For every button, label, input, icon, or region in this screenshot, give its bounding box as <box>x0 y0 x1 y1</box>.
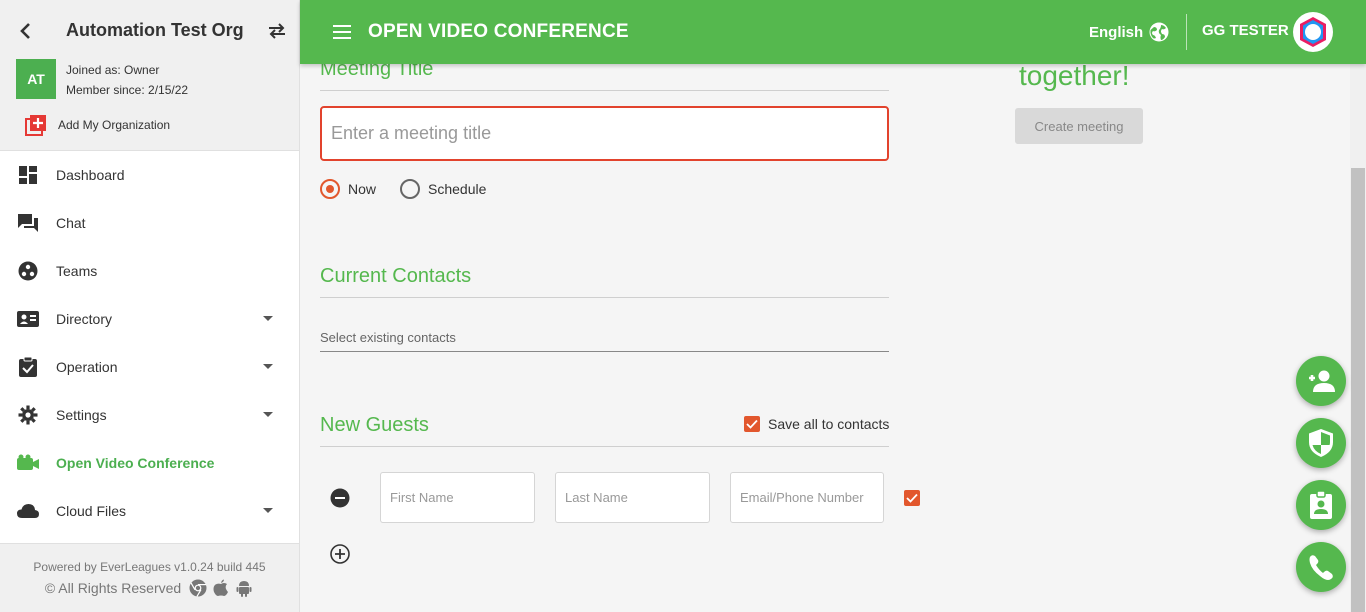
clipboard-check-icon <box>16 355 40 379</box>
meeting-title-label: Meeting Title <box>320 64 434 80</box>
sidebar-item-label: Open Video Conference <box>56 455 215 471</box>
meeting-time-radio-group: Now Schedule <box>320 179 510 199</box>
rights-text: © All Rights Reserved <box>44 580 182 596</box>
swap-arrows-icon <box>269 23 285 39</box>
sidebar-item-open-video-conference[interactable]: Open Video Conference <box>0 439 299 487</box>
org-avatar: AT <box>16 59 56 99</box>
guest-save-checkbox[interactable] <box>904 490 920 506</box>
caret-down-icon[interactable] <box>263 412 273 417</box>
section-divider <box>320 90 889 91</box>
sidebar-item-label: Settings <box>56 407 107 423</box>
qa-logo-icon <box>1296 15 1330 49</box>
new-guests-title: New Guests <box>320 414 429 436</box>
section-divider <box>320 446 889 447</box>
chat-icon <box>16 211 40 235</box>
main-content: Meeting Title Now Schedule Current Conta… <box>300 64 1350 612</box>
sidebar-item-chat[interactable]: Chat <box>0 199 299 247</box>
sidebar-item-label: Operation <box>56 359 118 375</box>
user-name[interactable]: GG TESTER <box>1202 22 1289 39</box>
clipboard-person-icon <box>1310 490 1332 519</box>
directory-icon <box>16 307 40 331</box>
contact-card-fab[interactable] <box>1296 480 1346 530</box>
add-organization-link[interactable]: Add My Organization <box>25 114 170 136</box>
sidebar-item-teams[interactable]: Teams <box>0 247 299 295</box>
now-radio-label[interactable]: Now <box>348 181 376 197</box>
add-contact-fab[interactable] <box>1296 356 1346 406</box>
remove-guest-icon[interactable] <box>330 488 350 508</box>
meeting-title-input[interactable] <box>320 106 889 161</box>
sidebar-item-operation[interactable]: Operation <box>0 343 299 391</box>
current-contacts-title: Current Contacts <box>320 265 472 287</box>
sidebar-item-label: Chat <box>56 215 86 231</box>
gear-icon <box>16 403 40 427</box>
language-selector[interactable]: English <box>1089 22 1169 42</box>
joined-as-text: Joined as: Owner <box>66 63 160 77</box>
org-header: Automation Test Org AT Joined as: Owner … <box>0 0 299 151</box>
security-fab[interactable] <box>1296 418 1346 468</box>
top-app-bar: OPEN VIDEO CONFERENCE English GG TESTER <box>300 0 1366 64</box>
add-guest-icon[interactable] <box>330 544 350 564</box>
video-camera-icon <box>16 451 40 475</box>
shield-icon <box>1309 429 1333 457</box>
phone-icon <box>1309 555 1333 580</box>
checkbox-checked-icon[interactable] <box>744 416 760 432</box>
hamburger-menu-button[interactable] <box>330 20 354 44</box>
back-button[interactable] <box>14 20 36 42</box>
caret-down-icon[interactable] <box>263 508 273 513</box>
rights-row: © All Rights Reserved <box>0 578 299 598</box>
member-since-text: Member since: 2/15/22 <box>66 83 189 97</box>
switch-org-button[interactable] <box>266 20 288 42</box>
save-all-label: Save all to contacts <box>768 416 890 432</box>
chevron-left-icon <box>20 23 30 39</box>
user-avatar[interactable] <box>1293 12 1333 52</box>
select-contacts-dropdown[interactable]: Select existing contacts <box>320 321 889 352</box>
schedule-radio-label[interactable]: Schedule <box>428 181 486 197</box>
powered-by-text: Powered by EverLeagues v1.0.24 build 445 <box>33 560 266 574</box>
org-name: Automation Test Org <box>66 20 244 40</box>
globe-icon <box>1149 22 1169 42</box>
guest-email-phone-input[interactable] <box>730 472 884 523</box>
sidebar-item-label: Cloud Files <box>56 503 127 519</box>
add-box-icon <box>25 114 47 136</box>
guest-last-name-input[interactable] <box>555 472 710 523</box>
sidebar: Automation Test Org AT Joined as: Owner … <box>0 0 300 612</box>
caret-down-icon[interactable] <box>263 364 273 369</box>
sidebar-item-cloud-files[interactable]: Cloud Files <box>0 487 299 535</box>
dashboard-icon <box>16 163 40 187</box>
schedule-radio[interactable] <box>400 179 421 199</box>
scrollbar-thumb[interactable] <box>1351 168 1365 612</box>
sidebar-item-label: Directory <box>56 311 113 327</box>
sidebar-item-settings[interactable]: Settings <box>0 391 299 439</box>
sidebar-item-label: Teams <box>56 263 98 279</box>
caret-down-icon[interactable] <box>263 316 273 321</box>
save-all-to-contacts-checkbox[interactable]: Save all to contacts <box>744 416 889 432</box>
language-label: English <box>1089 23 1144 41</box>
tagline-text: together! <box>1019 64 1130 91</box>
guest-first-name-input[interactable] <box>380 472 535 523</box>
apple-icon[interactable] <box>211 578 231 598</box>
sidebar-nav: Dashboard Chat Teams Directory Operation… <box>0 151 299 535</box>
chrome-icon[interactable] <box>188 578 208 598</box>
cloud-icon <box>16 499 40 523</box>
sidebar-footer: Powered by EverLeagues v1.0.24 build 445… <box>0 543 299 612</box>
add-organization-label: Add My Organization <box>58 118 171 132</box>
sidebar-item-dashboard[interactable]: Dashboard <box>0 151 299 199</box>
create-meeting-button[interactable]: Create meeting <box>1015 108 1143 144</box>
section-divider <box>320 297 889 298</box>
menu-icon <box>333 25 351 39</box>
call-fab[interactable] <box>1296 542 1346 592</box>
android-icon[interactable] <box>234 578 254 598</box>
page-title: OPEN VIDEO CONFERENCE <box>368 21 629 42</box>
teams-icon <box>16 259 40 283</box>
sidebar-item-label: Dashboard <box>56 167 125 183</box>
person-add-icon <box>1309 370 1335 392</box>
header-divider <box>1186 14 1187 50</box>
sidebar-item-directory[interactable]: Directory <box>0 295 299 343</box>
now-radio[interactable] <box>320 179 340 199</box>
